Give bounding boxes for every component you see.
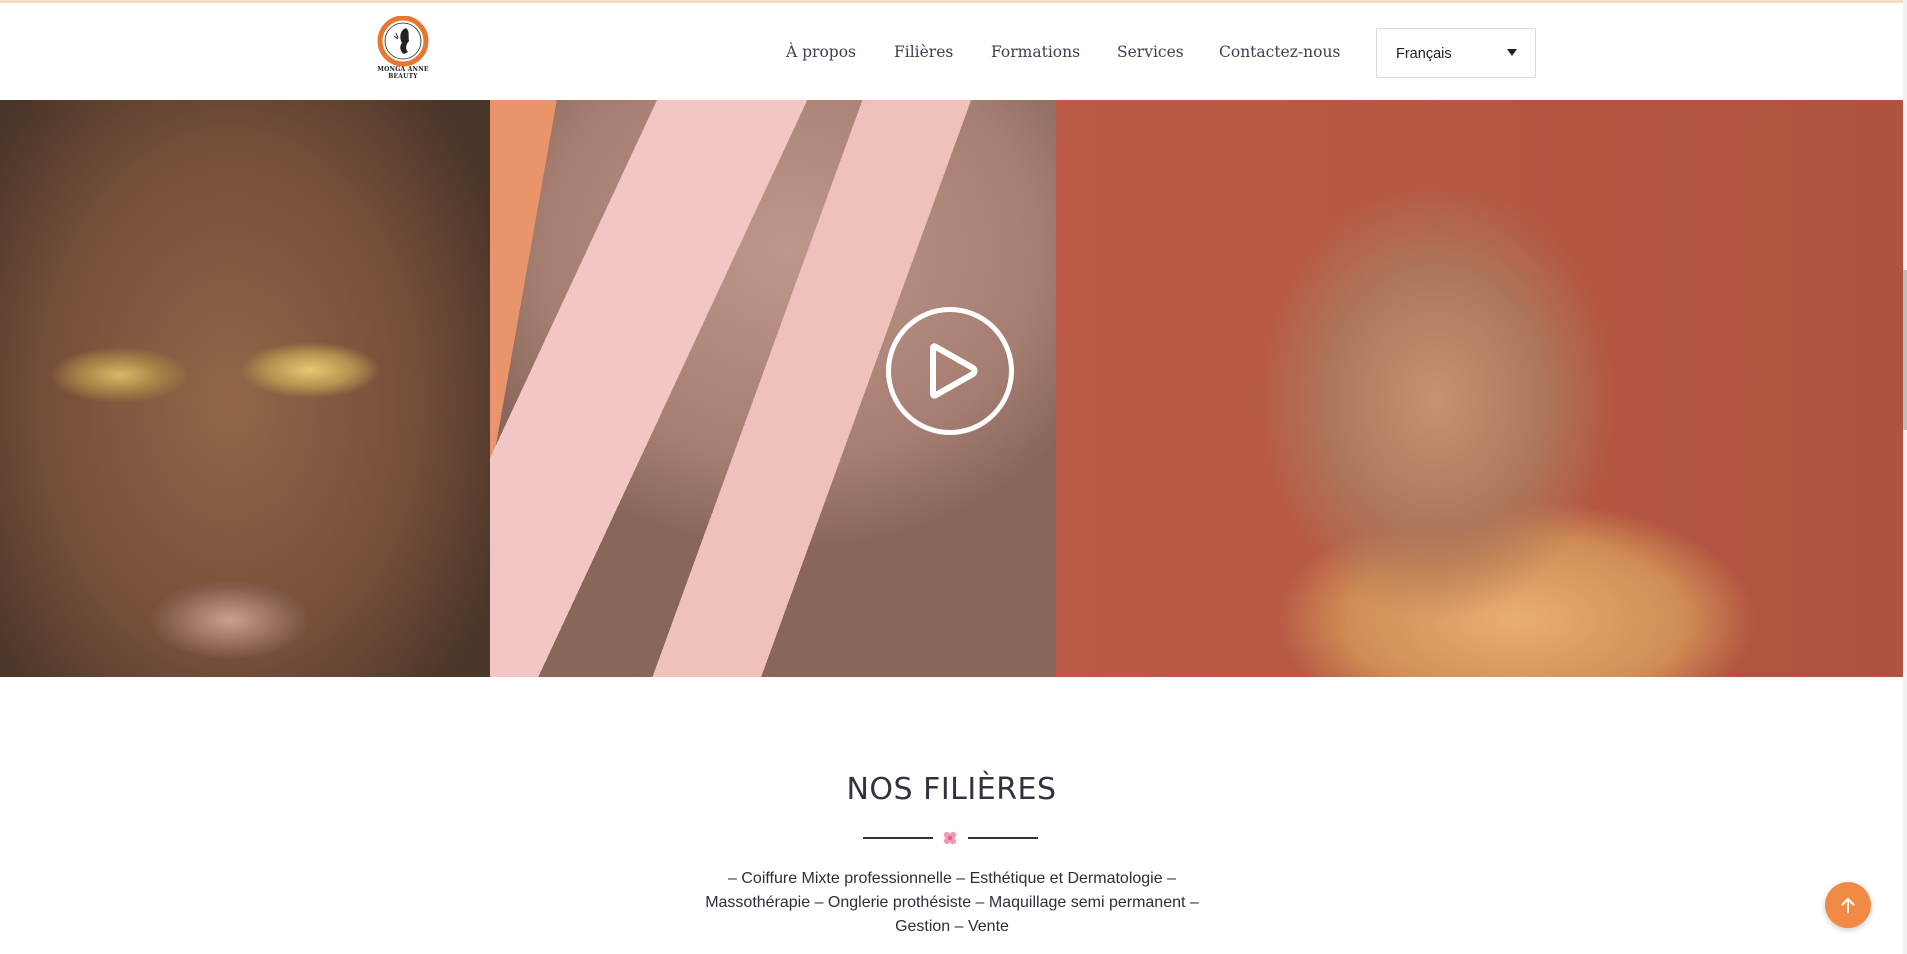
- logo-text: MONGA ANNE BEAUTY: [377, 66, 429, 80]
- page-scrollbar[interactable]: [1903, 0, 1907, 954]
- flower-icon: [943, 831, 957, 845]
- scroll-to-top-button[interactable]: [1825, 882, 1871, 928]
- title-divider-right: [968, 837, 1038, 839]
- arrow-up-icon: [1841, 898, 1855, 913]
- title-divider-left: [863, 837, 933, 839]
- section-description: – Coiffure Mixte professionnelle – Esthé…: [705, 870, 1199, 935]
- language-select-value: Français: [1396, 46, 1452, 62]
- site-logo[interactable]: MONGA ANNE BEAUTY: [366, 16, 440, 80]
- nav-item-filieres[interactable]: Filières: [894, 43, 953, 61]
- nav-item-formations[interactable]: Formations: [991, 43, 1080, 61]
- site-header: MONGA ANNE BEAUTY À propos Filières Form…: [0, 3, 1903, 99]
- nav-item-contactez-nous[interactable]: Contactez-nous: [1219, 43, 1340, 61]
- nav-item-a-propos[interactable]: À propos: [786, 43, 856, 61]
- section-title: NOS FILIÈRES: [846, 772, 1057, 807]
- play-icon: [930, 343, 978, 399]
- play-video-button[interactable]: [886, 307, 1014, 435]
- nav-item-services[interactable]: Services: [1117, 43, 1184, 61]
- language-select[interactable]: Français: [1376, 28, 1536, 78]
- page-scrollbar-thumb[interactable]: [1903, 270, 1907, 430]
- chevron-down-icon: [1507, 49, 1517, 56]
